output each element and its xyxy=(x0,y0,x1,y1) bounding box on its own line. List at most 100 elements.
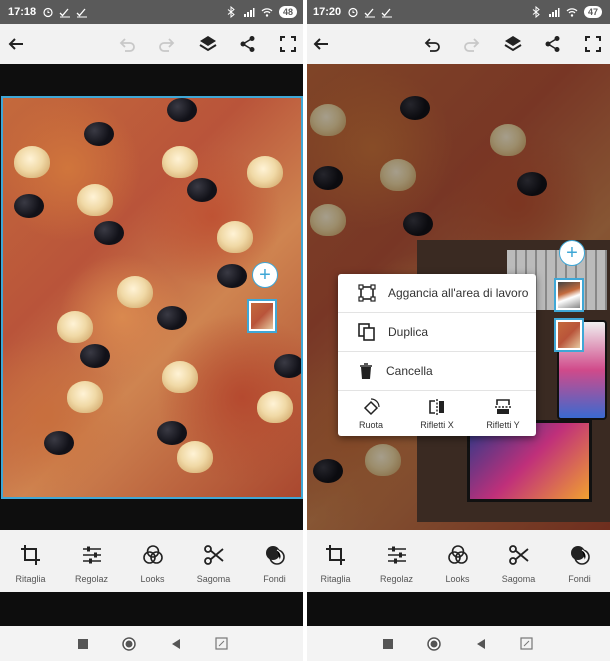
tool-label: Looks xyxy=(445,574,470,584)
looks-icon xyxy=(447,545,468,564)
status-notification-icons xyxy=(42,6,88,18)
back-button[interactable] xyxy=(4,32,28,56)
action-label: Ruota xyxy=(358,420,384,430)
tool-label: Ritaglia xyxy=(320,574,351,584)
spacer-band xyxy=(0,592,305,626)
redo-button[interactable] xyxy=(155,32,179,56)
scissors-icon xyxy=(508,545,529,565)
undo-button[interactable] xyxy=(115,32,139,56)
adjust-icon xyxy=(82,546,101,564)
tool-sagoma[interactable]: Sagoma xyxy=(488,530,549,592)
canvas-area[interactable]: + Aggancia all'area di lavoro Duplica Ca… xyxy=(305,64,610,530)
bottom-tools: Ritaglia Regolaz Looks Sagoma Fondi xyxy=(0,530,305,592)
fit-frame-icon xyxy=(358,284,376,302)
back-nav-icon[interactable] xyxy=(475,638,487,650)
menu-item-label: Cancella xyxy=(386,364,433,378)
crop-icon xyxy=(325,545,345,565)
fullscreen-button[interactable] xyxy=(276,32,300,56)
undo-icon xyxy=(424,38,440,52)
tool-fondi[interactable]: Fondi xyxy=(244,530,305,592)
android-nav-bar xyxy=(0,626,305,661)
status-time: 17:18 xyxy=(8,6,37,18)
add-layer-button[interactable]: + xyxy=(559,240,585,266)
menu-item-label: Aggancia all'area di lavoro xyxy=(388,286,529,300)
flip-y-button[interactable]: Rifletti Y xyxy=(470,390,536,436)
menu-item-duplicate[interactable]: Duplica xyxy=(338,313,536,351)
flip-x-icon xyxy=(429,399,444,415)
tool-looks[interactable]: Looks xyxy=(122,530,183,592)
tool-label: Fondi xyxy=(263,574,286,584)
layers-icon xyxy=(504,36,522,52)
tool-ritaglia[interactable]: Ritaglia xyxy=(305,530,366,592)
tool-regolaz[interactable]: Regolaz xyxy=(366,530,427,592)
add-layer-button[interactable]: + xyxy=(252,262,278,288)
status-system-icons: 47 xyxy=(530,6,602,18)
selection-frame[interactable] xyxy=(1,96,303,499)
status-bar: 17:18 48 xyxy=(0,0,305,24)
fullscreen-button[interactable] xyxy=(581,32,605,56)
top-toolbar xyxy=(305,24,610,64)
redo-button[interactable] xyxy=(460,32,484,56)
undo-icon xyxy=(119,38,135,52)
plus-icon: + xyxy=(259,264,271,286)
redo-icon xyxy=(464,38,480,52)
menu-item-snap[interactable]: Aggancia all'area di lavoro xyxy=(338,274,536,312)
flip-y-icon xyxy=(495,399,511,414)
recents-icon[interactable] xyxy=(382,638,394,650)
bottom-tools: Ritaglia Regolaz Looks Sagoma Fondi xyxy=(305,530,610,592)
alarm-icon xyxy=(43,7,53,18)
tool-regolaz[interactable]: Regolaz xyxy=(61,530,122,592)
home-icon[interactable] xyxy=(427,636,441,651)
wifi-icon xyxy=(261,8,273,17)
tool-label: Sagoma xyxy=(501,574,536,584)
battery-level: 48 xyxy=(278,6,297,18)
check-done-icon xyxy=(59,8,71,18)
rotate-button[interactable]: Ruota xyxy=(338,390,404,436)
layer-thumbnail-selected[interactable] xyxy=(554,318,584,352)
signal-icon xyxy=(243,8,255,17)
battery-level: 47 xyxy=(583,6,602,18)
bluetooth-icon xyxy=(227,6,235,18)
duplicate-icon xyxy=(358,323,375,341)
canvas-area[interactable]: + xyxy=(0,64,305,530)
layers-button[interactable] xyxy=(196,32,220,56)
share-button[interactable] xyxy=(236,32,260,56)
layer-thumbnail[interactable] xyxy=(247,299,277,333)
menu-item-delete[interactable]: Cancella xyxy=(338,352,536,390)
crop-icon xyxy=(20,545,40,565)
tool-ritaglia[interactable]: Ritaglia xyxy=(0,530,61,592)
tool-label: Fondi xyxy=(568,574,591,584)
tool-sagoma[interactable]: Sagoma xyxy=(183,530,244,592)
blend-icon xyxy=(570,546,590,565)
phone-right: 17:20 47 + Aggancia all'area di lavoro D… xyxy=(305,0,610,661)
screenshot-tool-icon[interactable] xyxy=(520,637,533,650)
phone-left: 17:18 48 + Ritaglia Regolaz Looks Sagoma… xyxy=(0,0,305,661)
check-done-icon xyxy=(364,8,376,18)
layers-button[interactable] xyxy=(501,32,525,56)
tool-fondi[interactable]: Fondi xyxy=(549,530,610,592)
trash-icon xyxy=(360,363,372,379)
back-arrow-icon xyxy=(8,38,23,50)
wifi-icon xyxy=(566,8,578,17)
looks-icon xyxy=(142,545,163,564)
share-icon xyxy=(240,36,255,52)
layer-thumbnail[interactable] xyxy=(554,278,584,312)
bluetooth-icon xyxy=(532,6,540,18)
screenshot-tool-icon[interactable] xyxy=(215,637,228,650)
action-label: Rifletti X xyxy=(420,420,454,430)
back-nav-icon[interactable] xyxy=(170,638,182,650)
share-button[interactable] xyxy=(541,32,565,56)
plus-icon: + xyxy=(566,242,578,264)
home-icon[interactable] xyxy=(122,636,136,651)
status-notification-icons xyxy=(347,6,393,18)
tool-looks[interactable]: Looks xyxy=(427,530,488,592)
menu-item-label: Duplica xyxy=(388,325,429,339)
check-done-icon xyxy=(381,8,393,18)
back-button[interactable] xyxy=(309,32,333,56)
screenshot-divider xyxy=(303,0,307,661)
flip-x-button[interactable]: Rifletti X xyxy=(404,390,470,436)
recents-icon[interactable] xyxy=(77,638,89,650)
tool-label: Sagoma xyxy=(196,574,231,584)
layers-icon xyxy=(199,36,217,52)
undo-button[interactable] xyxy=(420,32,444,56)
